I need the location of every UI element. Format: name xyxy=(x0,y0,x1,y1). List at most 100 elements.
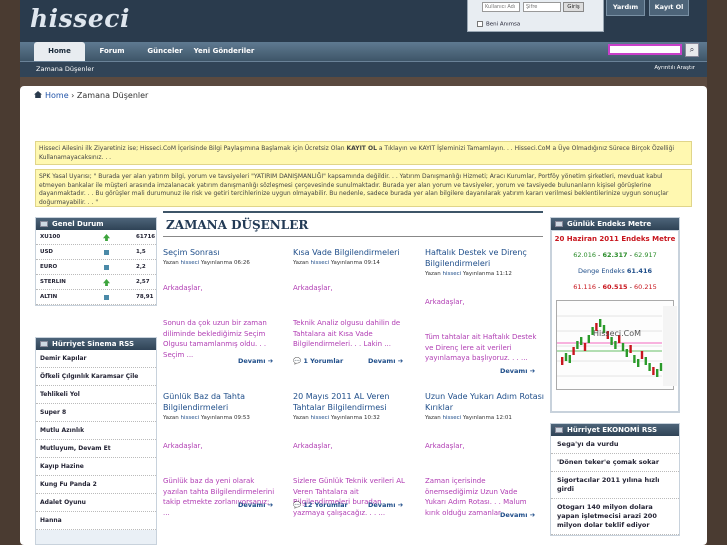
comments-link[interactable]: 💬 12 Yorumlar xyxy=(293,501,348,509)
cinema-item[interactable]: Mutluyum, Devam Et xyxy=(36,440,156,458)
post-meta: Yazan hisseci Yayınlanma 11:12 xyxy=(425,271,550,277)
post-excerpt: Tüm tahtalar ait Haftalık Destek ve Dire… xyxy=(425,333,537,362)
post-author[interactable]: hisseci xyxy=(310,260,329,266)
candle xyxy=(659,363,663,371)
post-title[interactable]: Haftalık Destek ve Direnç Bilgilendirmel… xyxy=(425,247,550,269)
advanced-search-link[interactable]: Ayrıntılı Araştır xyxy=(654,65,695,71)
post-title[interactable]: Kısa Vade Bilgilendirmeleri xyxy=(293,247,418,258)
economy-item[interactable]: Otogarı 140 milyon dolara yapan işletmec… xyxy=(551,499,679,535)
tab-new-posts[interactable]: Yeni Gönderiler xyxy=(193,42,255,61)
market-name: USD xyxy=(40,249,53,255)
read-more-link[interactable]: Devamı ➔ xyxy=(368,357,403,365)
breadcrumb-home[interactable]: Home xyxy=(45,91,69,100)
cinema-item[interactable]: Super 8 xyxy=(36,404,156,422)
market-value: 78,91 xyxy=(136,294,154,300)
post-title[interactable]: Seçim Sonrası xyxy=(163,247,288,258)
candle xyxy=(648,363,651,371)
cinema-item[interactable]: Adalet Oyunu xyxy=(36,494,156,512)
post-author[interactable]: hisseci xyxy=(442,415,461,421)
economy-title[interactable]: Hürriyet EKONOMİ RSS xyxy=(567,426,657,434)
economy-item[interactable]: 'Dönen teker'e çomak sokar xyxy=(551,454,679,472)
read-more-link[interactable]: Devamı ➔ xyxy=(368,501,403,509)
support-2: 60.515 xyxy=(602,283,628,291)
site-header: hisseci Giriş Beni Anımsa Yardım Kayıt O… xyxy=(20,0,707,42)
cinema-item[interactable]: Kayıp Hazine xyxy=(36,458,156,476)
login-button[interactable]: Giriş xyxy=(563,2,584,12)
read-more-link[interactable]: Devamı ➔ xyxy=(500,511,535,519)
register-button[interactable]: Kayıt Ol xyxy=(649,0,689,16)
cinema-item[interactable]: Mutlu Azınlık xyxy=(36,422,156,440)
post-excerpt: Teknik Analiz olgusu dahilin de Tahtalar… xyxy=(293,319,401,348)
login-box: Giriş Beni Anımsa xyxy=(467,0,604,32)
search-input[interactable] xyxy=(608,44,682,55)
rss-icon xyxy=(555,427,563,433)
index-meter-panel: Günlük Endeks Metre 20 Haziran 2011 Ende… xyxy=(550,217,680,413)
post-card: Haftalık Destek ve Direnç Bilgilendirmel… xyxy=(425,247,550,387)
cinema-item[interactable]: Öfkeli Çılgınlık Karamsar Çile xyxy=(36,368,156,386)
tab-home[interactable]: Home xyxy=(34,42,85,61)
post-title[interactable]: 20 Mayıs 2011 AL Veren Tahtalar Bilgilen… xyxy=(293,391,418,413)
candle xyxy=(583,343,587,351)
market-value: 2,2 xyxy=(136,264,146,270)
market-value: 61716 xyxy=(136,234,156,240)
post-greeting: Arkadaşlar, xyxy=(293,442,333,450)
search-area: ⌕ xyxy=(607,42,700,58)
cinema-item[interactable]: Demir Kapılar xyxy=(36,350,156,368)
flat-marker-icon xyxy=(104,265,109,270)
post-excerpt: Günlük baz da yeni olarak yazılan tahta … xyxy=(163,477,275,517)
remember-me[interactable]: Beni Anımsa xyxy=(477,21,520,28)
post-meta: Yazan hisseci Yayınlanma 10:32 xyxy=(293,415,418,421)
tab-blogs[interactable]: Günceler xyxy=(140,42,190,61)
market-status-title: Genel Durum xyxy=(52,220,104,228)
candle xyxy=(625,349,628,357)
search-button[interactable]: ⌕ xyxy=(685,43,699,57)
market-name: XU100 xyxy=(40,234,61,240)
meta-mid: Yayınlanma xyxy=(462,415,495,421)
index-meter-title: Günlük Endeks Metre xyxy=(567,220,652,228)
post-author[interactable]: hisseci xyxy=(442,271,461,277)
username-field[interactable] xyxy=(482,2,520,12)
site-logo[interactable]: hisseci xyxy=(30,4,130,33)
read-more-link[interactable]: Devamı ➔ xyxy=(238,357,273,365)
home-icon[interactable] xyxy=(34,91,42,98)
cinema-item[interactable]: Kung Fu Panda 2 xyxy=(36,476,156,494)
post-title[interactable]: Uzun Vade Yukarı Adım Rotası Kırıklar xyxy=(425,391,550,413)
economy-item[interactable]: Sega'yı da vurdu xyxy=(551,436,679,454)
meta-mid: Yayınlanma xyxy=(330,260,363,266)
register-link[interactable]: KAYIT OL xyxy=(347,145,377,152)
remember-checkbox[interactable] xyxy=(477,21,483,27)
post-greeting: Arkadaşlar, xyxy=(163,284,203,292)
candle xyxy=(644,357,647,365)
market-name: STERLIN xyxy=(40,279,66,285)
pivot-label: Denge Endeks xyxy=(578,267,625,275)
flat-marker-icon xyxy=(104,250,109,255)
tab-forum[interactable]: Forum xyxy=(87,42,137,61)
help-button[interactable]: Yardım xyxy=(606,0,645,16)
read-more-label: Devamı xyxy=(368,501,396,509)
post-card: Seçim Sonrası Yazan hisseci Yayınlanma 0… xyxy=(163,247,288,387)
post-card: Günlük Baz da Tahta Bilgilendirmeleri Ya… xyxy=(163,391,288,531)
post-title[interactable]: Günlük Baz da Tahta Bilgilendirmeleri xyxy=(163,391,288,413)
read-more-link[interactable]: Devamı ➔ xyxy=(500,367,535,375)
cinema-title[interactable]: Hürriyet Sinema RSS xyxy=(52,340,134,348)
post-author[interactable]: hisseci xyxy=(180,415,199,421)
post-author[interactable]: hisseci xyxy=(180,260,199,266)
arrow-right-icon: ➔ xyxy=(529,511,536,519)
post-excerpt: Sizlere Günlük Teknik verileri AL Veren … xyxy=(293,477,405,517)
candle xyxy=(587,335,590,343)
subnav-current[interactable]: Zamana Düşenler xyxy=(36,65,94,73)
pivot-row: Denge Endeks 61.416 xyxy=(552,267,678,275)
meta-prefix: Yazan xyxy=(425,415,441,421)
read-more-link[interactable]: Devamı ➔ xyxy=(238,501,273,509)
post-greeting: Arkadaşlar, xyxy=(425,442,465,450)
candle xyxy=(568,355,571,363)
candle xyxy=(652,367,655,375)
post-meta: Yazan hisseci Yayınlanma 12:01 xyxy=(425,415,550,421)
cinema-item[interactable]: Tehlikeli Yol xyxy=(36,386,156,404)
economy-item[interactable]: Sigortacılar 2011 yılına hızlı girdi xyxy=(551,472,679,499)
password-field[interactable] xyxy=(523,2,561,12)
comments-link[interactable]: 💬 1 Yorumlar xyxy=(293,357,343,365)
post-author[interactable]: hisseci xyxy=(310,415,329,421)
cinema-item[interactable]: Hanna xyxy=(36,512,156,530)
pivot-value: 61.416 xyxy=(626,267,652,275)
